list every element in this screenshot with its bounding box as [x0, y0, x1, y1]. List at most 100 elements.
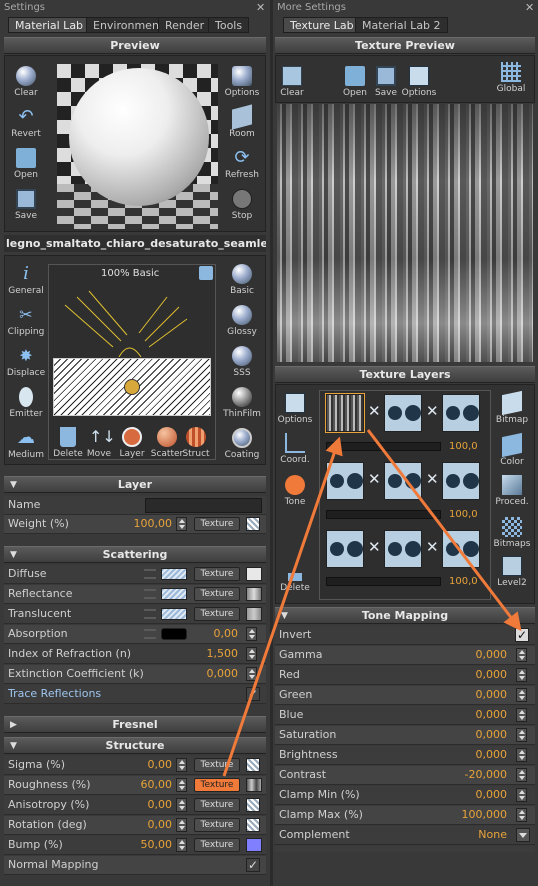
tab-texture-lab[interactable]: Texture Lab [283, 17, 361, 33]
basic-button[interactable]: Basic [220, 264, 264, 296]
coord-button[interactable]: Coord. [273, 433, 317, 465]
reflectance-texture-thumb[interactable] [246, 587, 262, 601]
red-spinner[interactable] [516, 668, 527, 682]
close-icon[interactable]: ✕ [256, 1, 265, 14]
texture-options-button[interactable]: Options [397, 66, 441, 98]
bump-texture-button[interactable]: Texture [194, 838, 240, 852]
brightness-value[interactable]: 0,000 [435, 746, 508, 764]
material-name[interactable]: legno_smaltato_chiaro_desaturato_seamles [4, 235, 266, 252]
translucent-texture-thumb[interactable] [246, 607, 262, 621]
rotation-map-icon[interactable] [246, 818, 260, 832]
anisotropy-spinner[interactable] [176, 798, 187, 812]
blue-spinner[interactable] [516, 708, 527, 722]
color-button[interactable]: Color [490, 432, 534, 467]
absorption-spinner[interactable] [246, 627, 257, 641]
trace-reflections-checkbox[interactable]: ✓ [246, 687, 260, 701]
layer-1-value[interactable]: 100,0 [449, 441, 478, 452]
ior-value[interactable]: 1,500 [184, 645, 239, 663]
rotation-value[interactable]: 0,00 [114, 816, 173, 834]
swap-icon[interactable] [199, 266, 213, 280]
complement-value[interactable]: None [435, 826, 507, 844]
clamp-min-value[interactable]: 0,000 [435, 786, 508, 804]
name-field[interactable] [145, 498, 262, 513]
global-button[interactable]: Global [489, 62, 533, 94]
tab-tools[interactable]: Tools [208, 17, 250, 33]
layer-slot[interactable] [384, 394, 422, 432]
clear-button[interactable]: Clear [4, 66, 48, 98]
complement-dropdown[interactable] [516, 828, 530, 842]
structure-header[interactable]: ▼ Structure [4, 737, 266, 754]
diffuse-texture-button[interactable]: Texture [194, 567, 240, 581]
drag-grip-icon[interactable] [144, 589, 156, 599]
open-button[interactable]: Open [4, 148, 48, 180]
layer-header[interactable]: ▼ Layer [4, 476, 266, 493]
contrast-value[interactable]: -20,000 [435, 766, 507, 784]
refresh-button[interactable]: ⟳ Refresh [220, 148, 264, 181]
layer-slot[interactable] [326, 462, 364, 500]
medium-button[interactable]: ☁ Medium [4, 428, 48, 461]
layer-2-value[interactable]: 100,0 [449, 509, 478, 520]
rotation-texture-button[interactable]: Texture [194, 818, 240, 832]
layer-3-value[interactable]: 100,0 [449, 576, 478, 587]
layer-1-slider[interactable] [326, 442, 441, 451]
anisotropy-map-icon[interactable] [246, 798, 260, 812]
bitmaps-button[interactable]: Bitmaps [490, 517, 534, 549]
anisotropy-value[interactable]: 0,00 [114, 796, 173, 814]
anisotropy-texture-button[interactable]: Texture [194, 798, 240, 812]
red-value[interactable]: 0,000 [435, 666, 508, 684]
saturation-value[interactable]: 0,000 [435, 726, 508, 744]
close-icon[interactable]: ✕ [525, 1, 534, 14]
green-value[interactable]: 0,000 [435, 686, 508, 704]
bump-normal-swatch[interactable] [246, 838, 262, 852]
clamp-min-spinner[interactable] [516, 788, 527, 802]
layer-options-button[interactable]: Options [273, 393, 317, 425]
tone-mapping-header[interactable]: ▼ Tone Mapping [275, 607, 535, 624]
scattering-header[interactable]: ▼ Scattering [4, 546, 266, 563]
layer-2-slider[interactable] [326, 510, 441, 519]
glossy-button[interactable]: Glossy [220, 305, 264, 337]
invert-checkbox[interactable]: ✓ [515, 628, 529, 642]
tab-material-lab[interactable]: Material Lab [8, 17, 91, 33]
weight-map-icon[interactable] [246, 517, 260, 531]
diffuse-color-swatch[interactable] [161, 568, 187, 580]
stop-button[interactable]: Stop [220, 189, 264, 221]
texture-clear-button[interactable]: Clear [270, 66, 314, 98]
sigma-value[interactable]: 0,00 [114, 756, 173, 774]
room-button[interactable]: Room [220, 104, 264, 139]
rotation-spinner[interactable] [176, 818, 187, 832]
absorption-color-swatch[interactable] [161, 628, 187, 640]
gamma-spinner[interactable] [516, 648, 527, 662]
green-spinner[interactable] [516, 688, 527, 702]
sss-button[interactable]: SSS [220, 346, 264, 378]
layer-slot[interactable] [442, 530, 480, 568]
ior-spinner[interactable] [246, 647, 257, 661]
bump-spinner[interactable] [176, 838, 187, 852]
procedural-button[interactable]: Proced. [490, 475, 534, 507]
fresnel-header[interactable]: ▶ Fresnel [4, 716, 266, 733]
clamp-max-value[interactable]: 100,000 [435, 806, 508, 824]
sigma-spinner[interactable] [176, 758, 187, 772]
thinfilm-button[interactable]: ThinFilm [220, 387, 264, 419]
revert-button[interactable]: ↶ Revert [4, 107, 48, 140]
brightness-spinner[interactable] [516, 748, 527, 762]
layer-slot[interactable] [326, 530, 364, 568]
drag-grip-icon[interactable] [144, 629, 156, 639]
saturation-spinner[interactable] [516, 728, 527, 742]
reflectance-texture-button[interactable]: Texture [194, 587, 240, 601]
save-button[interactable]: Save [4, 189, 48, 221]
coating-button[interactable]: Coating [220, 428, 264, 460]
bitmap-slot-active[interactable] [325, 393, 365, 433]
layer-3-slider[interactable] [326, 577, 441, 586]
layer-delete-button[interactable]: Delete [273, 573, 317, 593]
sigma-texture-button[interactable]: Texture [194, 758, 240, 772]
reflectance-color-swatch[interactable] [161, 588, 187, 600]
emitter-button[interactable]: Emitter [4, 387, 48, 419]
normal-mapping-checkbox[interactable]: ✓ [246, 858, 260, 872]
extinction-spinner[interactable] [246, 667, 257, 681]
clamp-max-spinner[interactable] [516, 808, 527, 822]
clipping-button[interactable]: ✂ Clipping [4, 305, 48, 337]
drag-grip-icon[interactable] [144, 569, 156, 579]
roughness-spinner[interactable] [176, 778, 187, 792]
level2-button[interactable]: Level2 [490, 556, 534, 588]
contrast-spinner[interactable] [516, 768, 527, 782]
